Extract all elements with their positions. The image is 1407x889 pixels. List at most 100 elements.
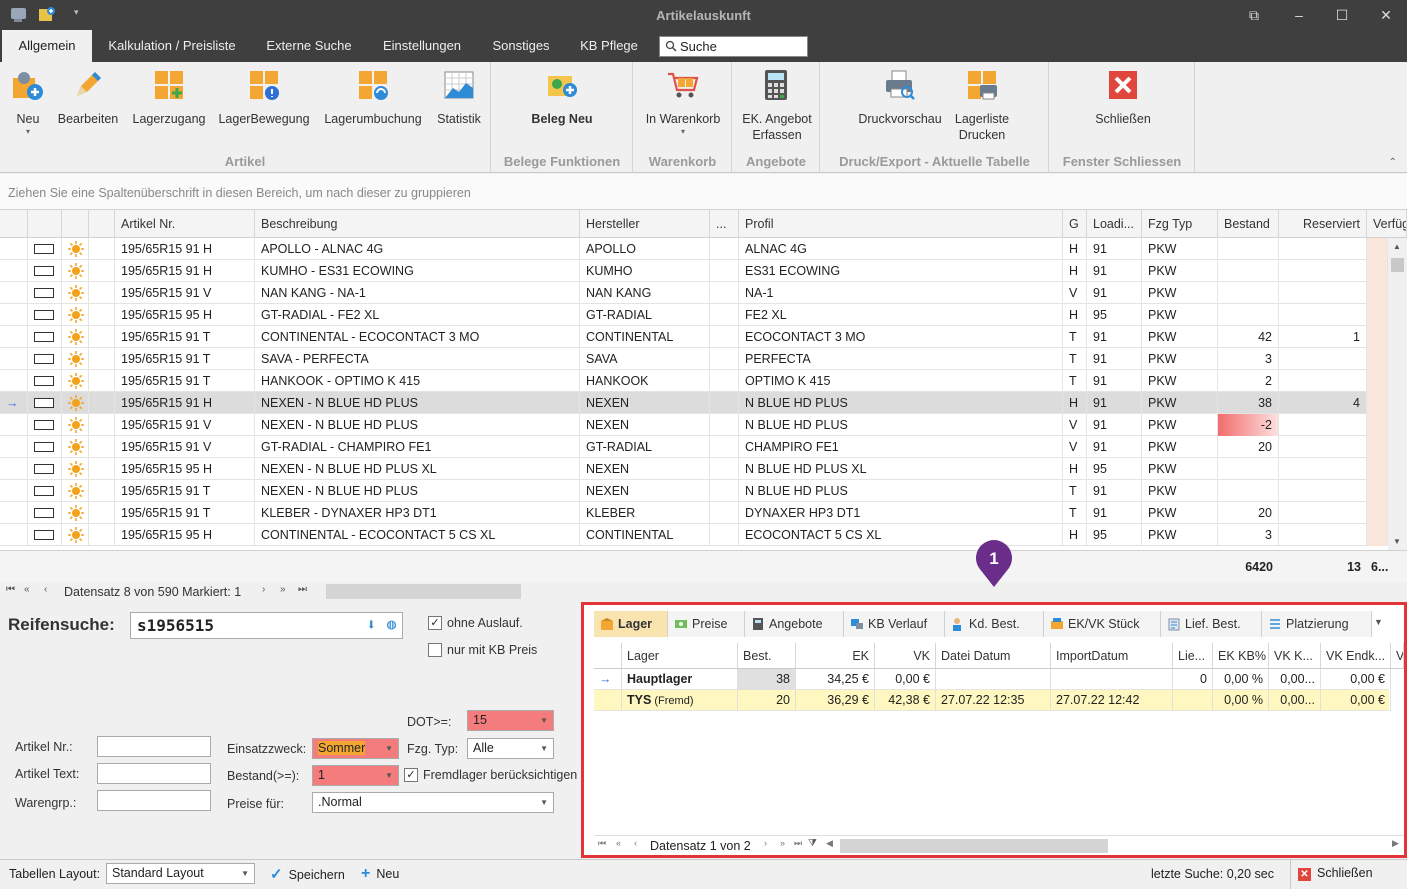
row-flag-box[interactable] — [34, 486, 54, 496]
nur-kb-preis-checkbox[interactable] — [428, 643, 442, 657]
detail-next-page-icon[interactable]: » — [780, 838, 785, 848]
detail-header-best[interactable]: Best. — [738, 643, 796, 669]
detail-row[interactable]: → Hauptlager 38 34,25 €0,00 €0 0,00 % 0,00...… — [594, 669, 1391, 690]
lagerbewegung-button[interactable]: LagerBewegung — [216, 68, 312, 127]
minimize-button[interactable]: – — [1286, 4, 1312, 26]
detail-last-record-icon[interactable]: ⏭ — [794, 838, 802, 849]
detail-prev-page-icon[interactable]: « — [616, 838, 621, 848]
row-flag-box[interactable] — [34, 332, 54, 342]
detail-tab-ekvk-stueck[interactable]: EK/VK Stück — [1044, 611, 1161, 637]
ribbon-search-input[interactable]: Suche — [659, 36, 808, 57]
header-artikel-nr[interactable]: Artikel Nr. — [115, 210, 255, 238]
row-flag-box[interactable] — [34, 376, 54, 386]
header-hersteller[interactable]: Hersteller — [580, 210, 710, 238]
table-row[interactable]: 195/65R15 95 H NEXEN - N BLUE HD PLUS XL N… — [0, 458, 1388, 480]
tab-einstellungen[interactable]: Einstellungen — [372, 30, 472, 62]
restore-layout-icon[interactable]: ⧉ — [1241, 4, 1267, 26]
detail-tab-preise[interactable]: Preise — [668, 611, 745, 637]
neu-layout-button[interactable]: + Neu — [361, 865, 399, 883]
detail-header-vk[interactable]: VK — [875, 643, 936, 669]
header-season[interactable] — [62, 210, 89, 238]
detail-tab-angebote[interactable]: Angebote — [745, 611, 844, 637]
detail-tabs-dropdown-icon[interactable]: ▼ — [1374, 617, 1383, 627]
druckvorschau-button[interactable]: Druckvorschau — [855, 68, 945, 127]
preise-fuer-select[interactable]: .Normal ▼ — [312, 792, 554, 813]
detail-header-datei-datum[interactable]: Datei Datum — [936, 643, 1051, 669]
row-flag-box[interactable] — [34, 464, 54, 474]
header-flag[interactable] — [28, 210, 62, 238]
tab-sonstiges[interactable]: Sonstiges — [481, 30, 561, 62]
reifensuche-input[interactable]: s1956515 ⬇ ◍ — [130, 612, 403, 639]
neu-button[interactable]: Neu ▾ — [8, 68, 48, 136]
row-flag-cell[interactable] — [28, 392, 62, 414]
detail-tab-lager[interactable]: Lager — [594, 611, 668, 637]
detail-horizontal-scrollbar[interactable] — [840, 839, 1108, 853]
header-more[interactable]: ... — [710, 210, 739, 238]
detail-header-lager[interactable]: Lager — [622, 643, 738, 669]
table-row[interactable]: 195/65R15 95 H GT-RADIAL - FE2 XL GT-RADIA… — [0, 304, 1388, 326]
search-down-arrow-icon[interactable]: ⬇ — [366, 615, 376, 634]
bearbeiten-button[interactable]: Bearbeiten — [55, 68, 121, 127]
header-blank[interactable] — [89, 210, 115, 238]
row-flag-box[interactable] — [34, 288, 54, 298]
tabellen-layout-select[interactable]: Standard Layout ▼ — [106, 863, 255, 884]
tab-kb-pflege[interactable]: KB Pflege — [570, 30, 648, 62]
row-flag-cell[interactable] — [28, 480, 62, 502]
lagerumbuchung-button[interactable]: Lagerumbuchung — [321, 68, 425, 127]
header-profil[interactable]: Profil — [739, 210, 1063, 238]
close-window-button[interactable]: ✕ — [1373, 4, 1399, 26]
filter-icon[interactable]: ⧩ — [808, 838, 817, 849]
table-row[interactable]: 195/65R15 91 H KUMHO - ES31 ECOWING KUMHO E… — [0, 260, 1388, 282]
detail-header-lie[interactable]: Lie... — [1173, 643, 1213, 669]
grid-vertical-scrollbar[interactable]: ▲ ▼ — [1388, 238, 1407, 550]
grid-horizontal-scrollbar[interactable] — [326, 584, 521, 599]
globe-icon[interactable]: ◍ — [387, 615, 396, 633]
prev-record-icon[interactable]: ‹ — [44, 584, 47, 595]
artikel-nr-input[interactable] — [97, 736, 211, 757]
header-loadindex[interactable]: Loadi... — [1087, 210, 1142, 238]
header-bestand[interactable]: Bestand — [1218, 210, 1279, 238]
detail-tab-kd-best[interactable]: Kd. Best. — [945, 611, 1044, 637]
row-flag-cell[interactable] — [28, 238, 62, 260]
table-row[interactable]: 195/65R15 91 T NEXEN - N BLUE HD PLUS NEXE… — [0, 480, 1388, 502]
row-flag-box[interactable] — [34, 244, 54, 254]
speichern-button[interactable]: ✓ Speichern — [270, 865, 345, 883]
detail-header-ek-kb[interactable]: EK KB% — [1213, 643, 1269, 669]
row-flag-cell[interactable] — [28, 348, 62, 370]
row-flag-cell[interactable] — [28, 326, 62, 348]
in-warenkorb-button[interactable]: In Warenkorb ▾ — [640, 68, 726, 136]
detail-header-vk-endk[interactable]: VK Endk... — [1321, 643, 1391, 669]
table-row[interactable]: 195/65R15 91 V GT-RADIAL - CHAMPIRO FE1 GT… — [0, 436, 1388, 458]
bestand-select[interactable]: 1 ▼ — [312, 765, 399, 786]
ohne-auslauf-checkbox[interactable]: ✓ — [428, 616, 442, 630]
table-row[interactable]: 195/65R15 91 T KLEBER - DYNAXER HP3 DT1 KL… — [0, 502, 1388, 524]
beleg-neu-button[interactable]: Beleg Neu — [522, 68, 602, 127]
next-record-icon[interactable]: › — [262, 584, 265, 595]
next-page-icon[interactable]: » — [280, 584, 286, 595]
fzg-typ-select[interactable]: Alle ▼ — [467, 738, 554, 759]
collapse-ribbon-icon[interactable]: ⌃ — [1389, 157, 1397, 168]
row-flag-cell[interactable] — [28, 502, 62, 524]
row-flag-cell[interactable] — [28, 260, 62, 282]
detail-header-ek[interactable]: EK — [796, 643, 875, 669]
row-flag-cell[interactable] — [28, 524, 62, 546]
row-flag-cell[interactable] — [28, 436, 62, 458]
detail-scroll-right-icon[interactable]: ▶ — [1392, 838, 1399, 849]
schliessen-button[interactable]: Schließen — [1088, 68, 1158, 127]
table-row[interactable]: 195/65R15 91 T CONTINENTAL - ECOCONTACT 3… — [0, 326, 1388, 348]
row-flag-box[interactable] — [34, 266, 54, 276]
row-flag-box[interactable] — [34, 508, 54, 518]
detail-tab-kb-verlauf[interactable]: KB Verlauf — [844, 611, 945, 637]
detail-prev-record-icon[interactable]: ‹ — [634, 838, 637, 848]
first-record-icon[interactable]: ⏮ — [6, 584, 15, 595]
header-fzg-typ[interactable]: Fzg Typ — [1142, 210, 1218, 238]
detail-tab-platzierung[interactable]: Platzierung — [1262, 611, 1372, 637]
last-record-icon[interactable]: ⏭ — [298, 584, 307, 595]
header-reserviert[interactable]: Reserviert — [1279, 210, 1367, 238]
row-flag-box[interactable] — [34, 398, 54, 408]
detail-next-record-icon[interactable]: › — [764, 838, 767, 848]
group-by-area[interactable]: Ziehen Sie eine Spaltenüberschrift in di… — [0, 174, 1407, 210]
row-flag-cell[interactable] — [28, 370, 62, 392]
row-flag-cell[interactable] — [28, 282, 62, 304]
dot-select[interactable]: 15 ▼ — [467, 710, 554, 731]
